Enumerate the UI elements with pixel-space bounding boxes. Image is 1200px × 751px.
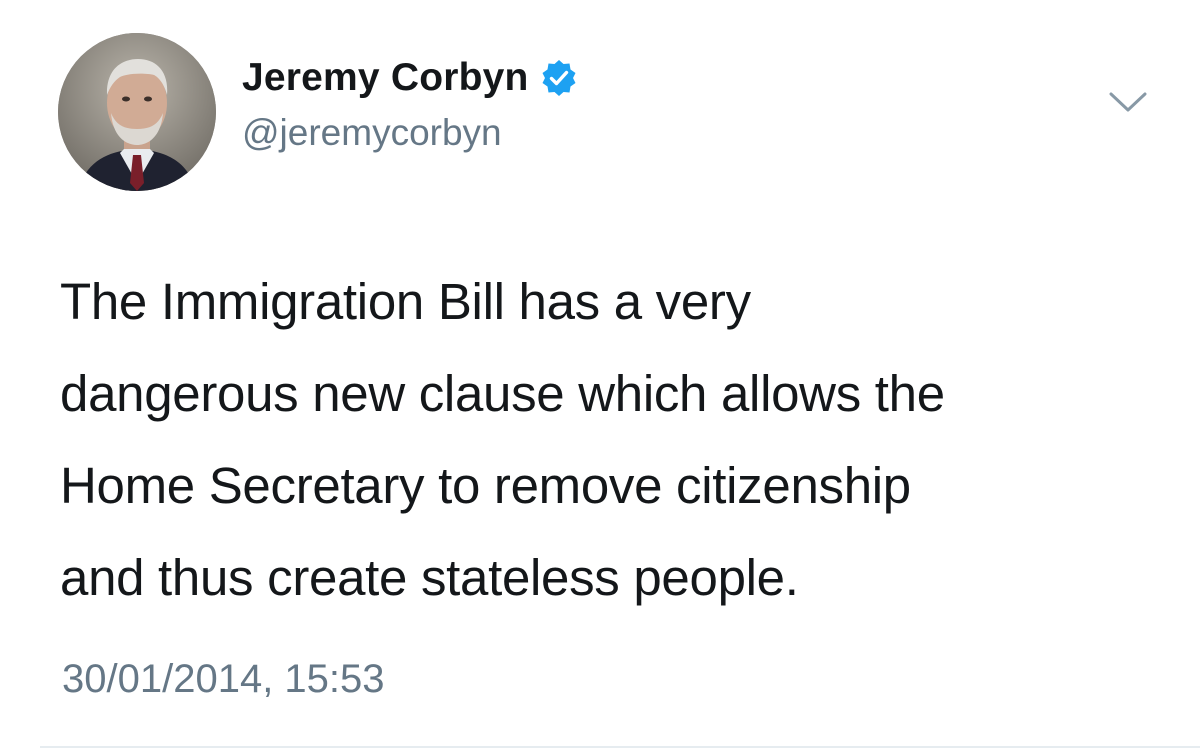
avatar[interactable] bbox=[58, 33, 216, 191]
tweet-card: Jeremy Corbyn @jeremycorbyn The Immigrat… bbox=[0, 0, 1200, 751]
author-display-name[interactable]: Jeremy Corbyn bbox=[242, 56, 529, 100]
tweet-text-line: dangerous new clause which allows the bbox=[60, 365, 945, 422]
author-handle[interactable]: @jeremycorbyn bbox=[242, 112, 502, 154]
avatar-photo bbox=[58, 33, 216, 191]
author-name-row[interactable]: Jeremy Corbyn bbox=[242, 52, 579, 104]
tweet-text-line: The Immigration Bill has a very bbox=[60, 273, 751, 330]
tweet-text-line: and thus create stateless people. bbox=[60, 549, 799, 606]
tweet-text-line: Home Secretary to remove citizenship bbox=[60, 457, 911, 514]
tweet-text: The Immigration Bill has a very dangerou… bbox=[60, 256, 1160, 624]
verified-badge-icon bbox=[539, 58, 579, 98]
tweet-timestamp[interactable]: 30/01/2014, 15:53 bbox=[62, 657, 385, 702]
divider bbox=[40, 746, 1200, 748]
chevron-down-icon[interactable] bbox=[1108, 90, 1148, 116]
